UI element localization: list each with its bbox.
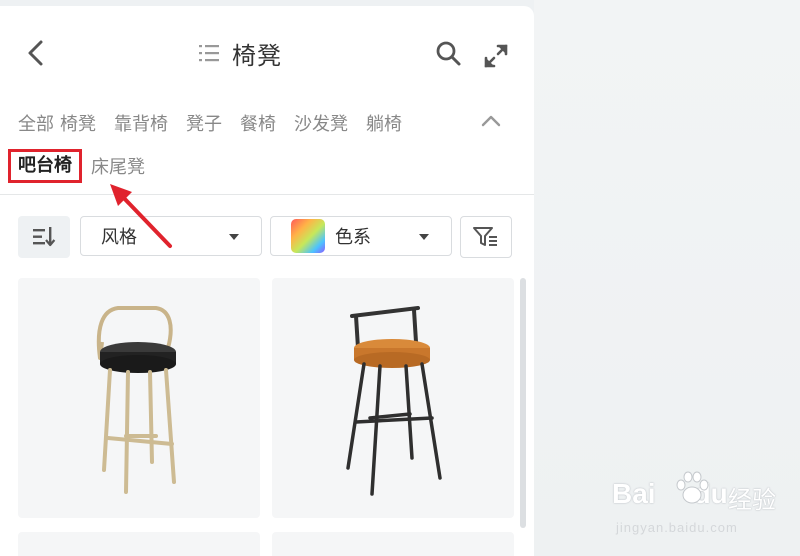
style-select-label: 风格: [101, 227, 137, 248]
color-select[interactable]: 色系: [270, 216, 452, 256]
category-stool[interactable]: 凳子: [186, 110, 222, 136]
product-card[interactable]: [272, 278, 514, 518]
expand-icon: [484, 44, 508, 68]
page-title: 椅凳: [232, 41, 282, 70]
baidu-jingyan-watermark: Bai du 经验 jingyan.baidu.com: [612, 468, 800, 548]
category-all[interactable]: 全部: [18, 110, 54, 136]
category-panel: 椅凳 全部 椅凳 靠背椅 凳子 餐椅 沙发凳 躺椅 吧台椅 床尾凳 风格 色系: [0, 6, 534, 556]
style-select[interactable]: 风格: [80, 216, 262, 256]
caret-down-icon: [229, 234, 239, 240]
collapse-categories-button[interactable]: [478, 110, 504, 132]
paw-icon: [676, 471, 709, 504]
header-title: 椅凳: [198, 36, 282, 70]
sort-icon: [33, 227, 56, 247]
filter-button[interactable]: [460, 216, 512, 258]
category-lounge-chair[interactable]: 躺椅: [366, 110, 402, 136]
category-dining-chair[interactable]: 餐椅: [240, 110, 276, 136]
chevron-up-icon: [481, 115, 501, 127]
category-chair-stool[interactable]: 椅凳: [60, 110, 96, 136]
bar-stool-gold-image: [96, 306, 176, 494]
category-row-1: 全部 椅凳 靠背椅 凳子 餐椅 沙发凳 躺椅: [18, 110, 420, 136]
category-sofa-stool[interactable]: 沙发凳: [294, 110, 348, 136]
bar-stool-black-image: [346, 306, 442, 496]
product-card[interactable]: [272, 532, 514, 556]
divider: [0, 194, 534, 195]
category-bed-end-stool[interactable]: 床尾凳: [91, 153, 145, 179]
search-button[interactable]: [434, 40, 462, 68]
watermark-url: jingyan.baidu.com: [616, 520, 738, 535]
category-row-2: 吧台椅 床尾凳: [8, 149, 145, 183]
back-button[interactable]: [22, 36, 50, 70]
expand-button[interactable]: [482, 42, 510, 70]
search-icon: [436, 41, 461, 66]
color-swatch-icon: [291, 219, 325, 253]
chevron-left-icon: [28, 40, 43, 66]
list-icon: [199, 45, 219, 62]
scrollbar[interactable]: [520, 278, 526, 528]
category-bar-stool-active[interactable]: 吧台椅: [8, 149, 82, 183]
product-card[interactable]: [18, 532, 260, 556]
filter-icon: [473, 227, 497, 246]
caret-down-icon: [419, 234, 429, 240]
watermark-brand: 经验: [728, 486, 776, 514]
sort-button[interactable]: [18, 216, 70, 258]
category-back-chair[interactable]: 靠背椅: [114, 110, 168, 136]
color-select-label: 色系: [335, 227, 371, 248]
product-card[interactable]: [18, 278, 260, 518]
